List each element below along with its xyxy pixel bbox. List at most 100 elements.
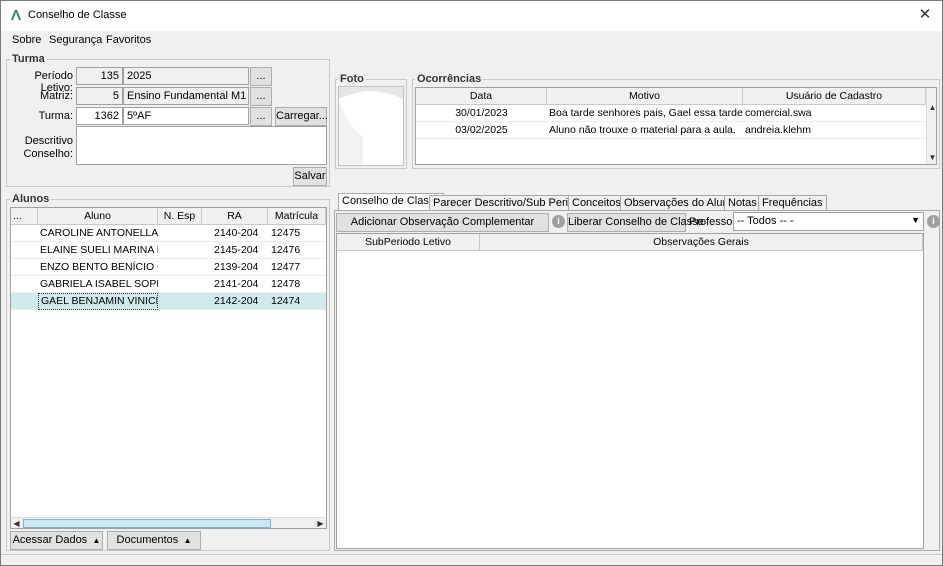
ocorrencias-header-motivo[interactable]: Motivo xyxy=(547,88,743,105)
tab-observacoes-aluno[interactable]: Observações do Aluno xyxy=(620,195,739,211)
professor-select-value: -- Todos -- - xyxy=(737,215,794,227)
table-row[interactable]: ELAINE SUELI MARINA PEI... 2145-204 1247… xyxy=(11,242,326,259)
table-row[interactable]: 30/01/2023 Boa tarde senhores pais, Gael… xyxy=(416,105,926,122)
aluno-matricula: 12476 xyxy=(271,244,301,256)
table-row[interactable]: ENZO BENTO BENÍCIO CA... 2139-204 12477 xyxy=(11,259,326,276)
ocorrencias-table: Data Motivo Usuário de Cadastro 30/01/20… xyxy=(415,87,937,165)
table-row[interactable]: GABRIELA ISABEL SOPHIA... 2141-204 12478 xyxy=(11,276,326,293)
ocorrencia-usuario: andreia.klehm xyxy=(745,124,811,136)
alunos-table: ... Aluno N. Esp RA Matrícula CAROLINE A… xyxy=(10,207,327,529)
close-icon[interactable]: ✕ xyxy=(912,3,938,27)
menu-sobre[interactable]: Sobre xyxy=(12,34,41,46)
turma-value-field[interactable]: 5ºAF xyxy=(123,107,249,125)
menu-favoritos[interactable]: Favoritos xyxy=(106,34,151,46)
table-row[interactable]: 03/02/2025 Aluno não trouxe o material p… xyxy=(416,122,926,139)
caret-up-icon: ▲ xyxy=(181,536,192,545)
tab-frequencias[interactable]: Frequências xyxy=(758,195,827,211)
aluno-matricula: 12475 xyxy=(271,227,301,239)
professor-select[interactable]: -- Todos -- - ▼ xyxy=(733,212,924,231)
menu-bar: Sobre Segurança Favoritos xyxy=(1,31,942,49)
aluno-name: GABRIELA ISABEL SOPHIA... xyxy=(40,278,158,290)
aluno-matricula: 12474 xyxy=(271,295,301,307)
aluno-ra: 2142-204 xyxy=(214,295,259,307)
aluno-nesp xyxy=(158,225,202,242)
ocorrencias-vscrollbar[interactable]: ▲ ▼ xyxy=(926,88,936,164)
table-row-selected[interactable]: GAEL BENJAMIN VINICIUS... 2142-204 12474 xyxy=(11,293,326,310)
matriz-code-field[interactable]: 5 xyxy=(76,87,123,105)
caret-up-icon: ▲ xyxy=(90,536,101,545)
alunos-header-nesp[interactable]: N. Esp xyxy=(158,208,202,225)
periodo-value-field[interactable]: 2025 xyxy=(123,67,249,85)
observacoes-header-gerais[interactable]: Observações Gerais xyxy=(480,234,923,251)
matriz-lookup-button[interactable]: ... xyxy=(250,87,272,106)
aluno-nesp xyxy=(158,293,202,310)
alunos-header-matricula[interactable]: Matrícula xyxy=(268,208,326,225)
turma-lookup-button[interactable]: ... xyxy=(250,107,272,126)
descritivo-conselho-field[interactable] xyxy=(76,126,327,165)
tab-notas[interactable]: Notas xyxy=(724,195,761,211)
menu-seguranca[interactable]: Segurança xyxy=(49,34,102,46)
periodo-code-field[interactable]: 135 xyxy=(76,67,123,85)
ocorrencias-header-data[interactable]: Data xyxy=(416,88,547,105)
status-bar xyxy=(1,554,942,565)
aluno-ra: 2145-204 xyxy=(214,244,259,256)
aluno-name: GAEL BENJAMIN VINICIUS... xyxy=(38,293,158,310)
ocorrencia-data: 30/01/2023 xyxy=(455,107,508,119)
aluno-nesp xyxy=(158,276,202,293)
aluno-name: CAROLINE ANTONELLA D... xyxy=(40,227,158,239)
main-window: Conselho de Classe ✕ Sobre Segurança Fav… xyxy=(0,0,943,566)
aluno-matricula: 12478 xyxy=(271,278,301,290)
documentos-button[interactable]: Documentos ▲ xyxy=(107,531,201,550)
ocorrencia-motivo: Aluno não trouxe o material para a aula. xyxy=(549,124,736,136)
aluno-ra: 2140-204 xyxy=(214,227,259,239)
table-row[interactable]: CAROLINE ANTONELLA D... 2140-204 12475 xyxy=(11,225,326,242)
observacoes-header-subperiodo[interactable]: SubPeriodo Letivo xyxy=(337,234,480,251)
info-icon[interactable]: i xyxy=(552,215,565,228)
ocorrencia-data: 03/02/2025 xyxy=(455,124,508,136)
aluno-name: ELAINE SUELI MARINA PEI... xyxy=(40,244,158,256)
carregar-button[interactable]: Carregar... xyxy=(275,107,328,126)
aluno-ra: 2139-204 xyxy=(214,261,259,273)
liberar-conselho-button[interactable]: Liberar Conselho de Classe xyxy=(567,213,704,232)
acessar-dados-label: Acessar Dados xyxy=(12,534,88,546)
documentos-label: Documentos xyxy=(116,534,179,546)
scroll-right-icon[interactable]: ▶ xyxy=(315,518,326,528)
aluno-matricula: 12477 xyxy=(271,261,301,273)
info-icon[interactable]: i xyxy=(927,215,940,228)
app-logo-icon xyxy=(11,10,21,20)
scroll-up-icon[interactable]: ▲ xyxy=(927,102,936,113)
tab-conceitos[interactable]: Conceitos xyxy=(568,195,625,211)
scroll-left-icon[interactable]: ◀ xyxy=(11,518,22,528)
student-photo xyxy=(338,86,404,166)
ocorrencia-motivo: Boa tarde senhores pais, Gael essa tarde… xyxy=(549,107,743,119)
aluno-nesp xyxy=(158,242,202,259)
turma-code-field[interactable]: 1362 xyxy=(76,107,123,125)
salvar-button[interactable]: Salvar xyxy=(293,167,327,186)
turma-group-label: Turma xyxy=(10,53,47,65)
alunos-hscrollbar[interactable]: ◀ ▶ xyxy=(11,517,326,528)
title-bar: Conselho de Classe ✕ xyxy=(1,1,942,31)
alunos-header-select[interactable]: ... xyxy=(11,208,38,225)
matriz-value-field[interactable]: Ensino Fundamental M1 - 5 xyxy=(123,87,249,105)
alunos-header-ra[interactable]: RA xyxy=(202,208,268,225)
ocorrencias-group-label: Ocorrências xyxy=(415,73,484,85)
photo-placeholder-icon xyxy=(339,87,403,165)
periodo-lookup-button[interactable]: ... xyxy=(250,67,272,86)
aluno-name: ENZO BENTO BENÍCIO CA... xyxy=(40,261,158,273)
alunos-header-aluno[interactable]: Aluno xyxy=(38,208,158,225)
window-title: Conselho de Classe xyxy=(28,9,127,21)
aluno-ra: 2141-204 xyxy=(214,278,259,290)
scroll-thumb[interactable] xyxy=(23,519,271,528)
aluno-nesp xyxy=(158,259,202,276)
adicionar-observacao-button[interactable]: Adicionar Observação Complementar xyxy=(336,213,549,232)
observacoes-table: SubPeriodo Letivo Observações Gerais xyxy=(336,233,924,549)
tab-parecer-descritivo[interactable]: Parecer Descritivo/Sub Periodo xyxy=(429,195,591,211)
ocorrencias-header-usuario[interactable]: Usuário de Cadastro xyxy=(743,88,926,105)
foto-group-label: Foto xyxy=(338,73,366,85)
professor-label: Professor: xyxy=(689,216,740,228)
descritivo-label-1: Descritivo xyxy=(24,135,73,147)
acessar-dados-button[interactable]: Acessar Dados ▲ xyxy=(10,531,103,550)
descritivo-label-2: Conselho: xyxy=(23,148,73,160)
scroll-down-icon[interactable]: ▼ xyxy=(927,152,936,163)
chevron-down-icon: ▼ xyxy=(911,215,920,225)
